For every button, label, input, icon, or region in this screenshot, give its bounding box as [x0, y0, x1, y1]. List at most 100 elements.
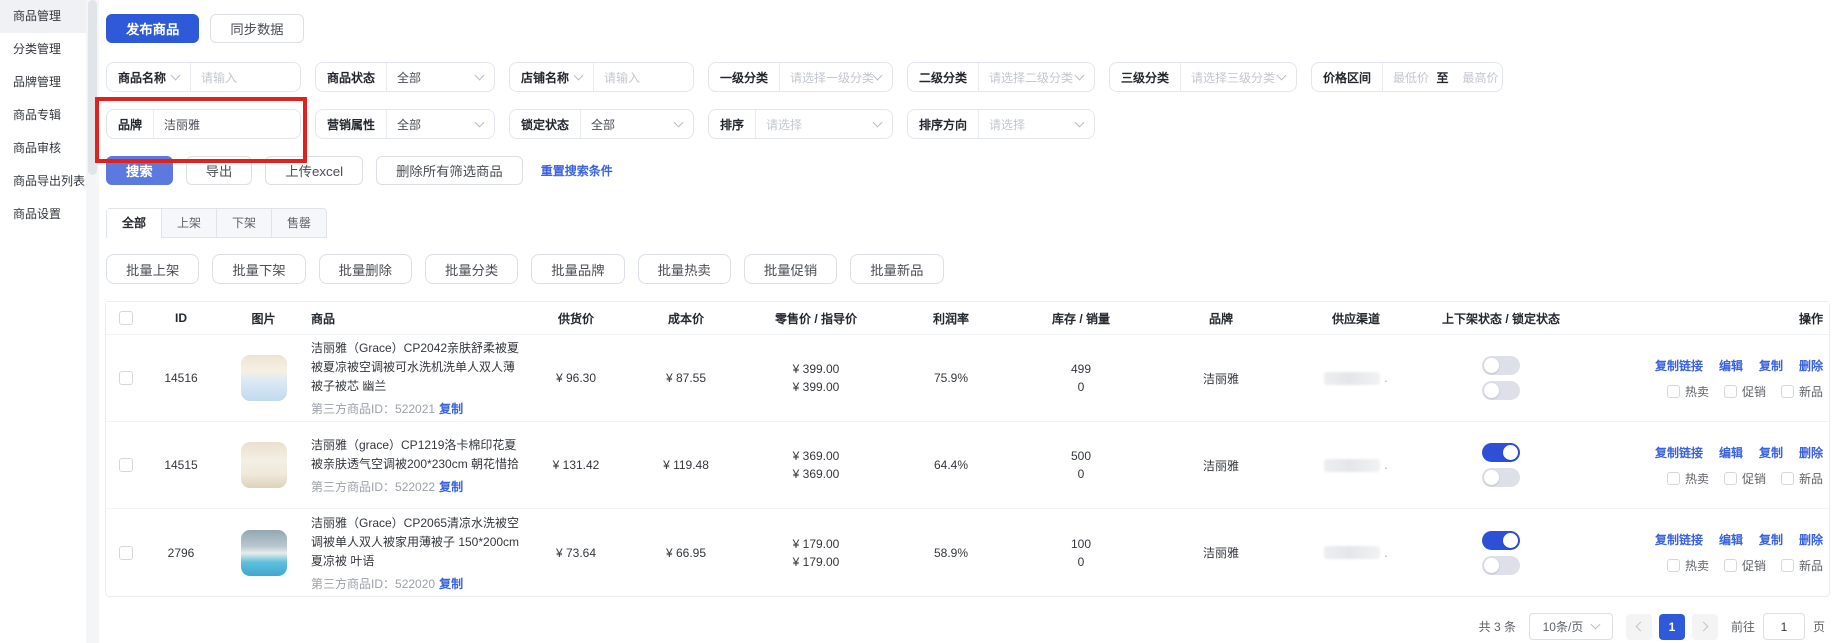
sidebar-item-product-review[interactable]: 商品审核 [0, 132, 86, 165]
hot-checkbox[interactable] [1667, 472, 1680, 485]
on-shelf-toggle[interactable] [1482, 443, 1520, 462]
next-page-button[interactable] [1692, 614, 1718, 640]
brand-input[interactable]: 洁丽雅 [154, 116, 300, 133]
tab-on-shelf[interactable]: 上架 [162, 209, 217, 238]
on-shelf-toggle[interactable] [1482, 356, 1520, 375]
shop-name-field-selector[interactable]: 店铺名称 [510, 69, 593, 86]
delete-action[interactable]: 删除 [1799, 531, 1823, 548]
copy-id-link[interactable]: 复制 [439, 402, 463, 416]
sidebar-item-product-export-list[interactable]: 商品导出列表 [0, 165, 86, 198]
delete-action[interactable]: 删除 [1799, 444, 1823, 461]
product-image[interactable] [241, 442, 287, 488]
promo-checkbox[interactable] [1724, 472, 1737, 485]
copy-action[interactable]: 复制 [1759, 444, 1783, 461]
filter-marketing-attribute[interactable]: 营销属性 全部 [315, 109, 495, 139]
page-size-select[interactable]: 10条/页 [1529, 613, 1613, 640]
chevron-right-icon [1699, 622, 1709, 632]
product-id: 14515 [146, 458, 216, 472]
shop-name-input[interactable]: 请输入 [594, 69, 693, 86]
on-shelf-toggle[interactable] [1482, 531, 1520, 550]
hot-checkbox[interactable] [1667, 559, 1680, 572]
sidebar-item-product-settings[interactable]: 商品设置 [0, 198, 86, 231]
copy-link-action[interactable]: 复制链接 [1655, 444, 1703, 461]
filter-category-level2[interactable]: 二级分类 请选择二级分类 [907, 62, 1095, 92]
filter-price-range: 价格区间 最低价 至 最高价 [1311, 62, 1503, 92]
batch-category-button[interactable]: 批量分类 [425, 254, 518, 284]
goto-page-input[interactable] [1763, 613, 1805, 640]
batch-new-button[interactable]: 批量新品 [850, 254, 943, 284]
export-button[interactable]: 导出 [186, 156, 253, 185]
lock-toggle[interactable] [1482, 381, 1520, 400]
price-min-input[interactable]: 最低价 [1383, 69, 1432, 86]
price-max-input[interactable]: 最高价 [1453, 69, 1502, 86]
copy-action[interactable]: 复制 [1759, 357, 1783, 374]
upload-excel-button[interactable]: 上传excel [265, 156, 363, 185]
product-image[interactable] [241, 355, 287, 401]
chevron-down-icon [171, 70, 181, 80]
edit-action[interactable]: 编辑 [1719, 357, 1743, 374]
supply-channel-redacted: . [1291, 371, 1421, 385]
new-checkbox[interactable] [1781, 559, 1794, 572]
row-checkbox[interactable] [119, 546, 133, 560]
page-number-button[interactable]: 1 [1659, 614, 1685, 640]
search-button[interactable]: 搜索 [106, 156, 173, 185]
table-row: 14516 洁丽雅（Grace）CP2042亲肤舒柔被夏被夏凉被空调被可水洗机洗… [106, 335, 1829, 422]
product-title-link[interactable]: 洁丽雅（grace）CP1219洛卡棉印花夏被亲肤透气空调被200*230cm … [311, 436, 521, 474]
filter-sort[interactable]: 排序 请选择 [708, 109, 893, 139]
lock-toggle[interactable] [1482, 468, 1520, 487]
publish-product-button[interactable]: 发布商品 [106, 14, 199, 43]
tab-off-shelf[interactable]: 下架 [217, 209, 272, 238]
new-checkbox[interactable] [1781, 385, 1794, 398]
reset-search-link[interactable]: 重置搜索条件 [541, 162, 613, 179]
batch-on-shelf-button[interactable]: 批量上架 [106, 254, 199, 284]
copy-link-action[interactable]: 复制链接 [1655, 357, 1703, 374]
product-name-input[interactable]: 请输入 [191, 69, 300, 86]
row-checkbox[interactable] [119, 371, 133, 385]
filter-lock-status[interactable]: 锁定状态 全部 [509, 109, 694, 139]
sidebar-item-brand-management[interactable]: 品牌管理 [0, 66, 86, 99]
tab-all[interactable]: 全部 [107, 209, 162, 238]
filter-sort-direction[interactable]: 排序方向 请选择 [907, 109, 1095, 139]
filter-product-name: 商品名称 请输入 [106, 62, 301, 92]
edit-action[interactable]: 编辑 [1719, 531, 1743, 548]
batch-actions-row: 批量上架 批量下架 批量删除 批量分类 批量品牌 批量热卖 批量促销 批量新品 [106, 254, 1830, 284]
tab-sold-out[interactable]: 售罄 [272, 209, 326, 238]
delete-filtered-button[interactable]: 删除所有筛选商品 [376, 156, 523, 185]
prev-page-button[interactable] [1626, 614, 1652, 640]
batch-hot-button[interactable]: 批量热卖 [638, 254, 731, 284]
sidebar-item-product-album[interactable]: 商品专辑 [0, 99, 86, 132]
row-checkbox[interactable] [119, 458, 133, 472]
lock-toggle[interactable] [1482, 556, 1520, 575]
batch-delete-button[interactable]: 批量删除 [319, 254, 412, 284]
sidebar-item-product-management[interactable]: 商品管理 [0, 0, 86, 33]
product-name-field-selector[interactable]: 商品名称 [107, 69, 190, 86]
chevron-down-icon [873, 117, 883, 127]
hot-checkbox[interactable] [1667, 385, 1680, 398]
sales-value: 0 [1071, 553, 1091, 571]
product-title-link[interactable]: 洁丽雅（Grace）CP2065清凉水洗被空调被单人双人被家用薄被子 150*2… [311, 514, 521, 571]
product-image[interactable] [241, 530, 287, 576]
new-checkbox[interactable] [1781, 472, 1794, 485]
sidebar: 商品管理 分类管理 品牌管理 商品专辑 商品审核 商品导出列表 商品设置 [0, 0, 86, 643]
sidebar-item-category-management[interactable]: 分类管理 [0, 33, 86, 66]
batch-promo-button[interactable]: 批量促销 [744, 254, 837, 284]
copy-link-action[interactable]: 复制链接 [1655, 531, 1703, 548]
copy-action[interactable]: 复制 [1759, 531, 1783, 548]
promo-checkbox[interactable] [1724, 559, 1737, 572]
filter-category-level1[interactable]: 一级分类 请选择一级分类 [708, 62, 893, 92]
scrollbar-track[interactable] [86, 0, 99, 643]
batch-off-shelf-button[interactable]: 批量下架 [212, 254, 305, 284]
sync-data-button[interactable]: 同步数据 [210, 14, 303, 43]
delete-action[interactable]: 删除 [1799, 357, 1823, 374]
promo-checkbox[interactable] [1724, 385, 1737, 398]
copy-id-link[interactable]: 复制 [439, 577, 463, 591]
scrollbar-thumb[interactable] [88, 0, 97, 175]
status-tabs: 全部 上架 下架 售罄 [106, 208, 327, 238]
batch-brand-button[interactable]: 批量品牌 [531, 254, 624, 284]
filter-category-level3[interactable]: 三级分类 请选择三级分类 [1109, 62, 1297, 92]
copy-id-link[interactable]: 复制 [439, 480, 463, 494]
select-all-checkbox[interactable] [119, 311, 133, 325]
filter-product-status[interactable]: 商品状态 全部 [315, 62, 495, 92]
product-title-link[interactable]: 洁丽雅（Grace）CP2042亲肤舒柔被夏被夏凉被空调被可水洗机洗单人双人薄被… [311, 339, 521, 396]
edit-action[interactable]: 编辑 [1719, 444, 1743, 461]
